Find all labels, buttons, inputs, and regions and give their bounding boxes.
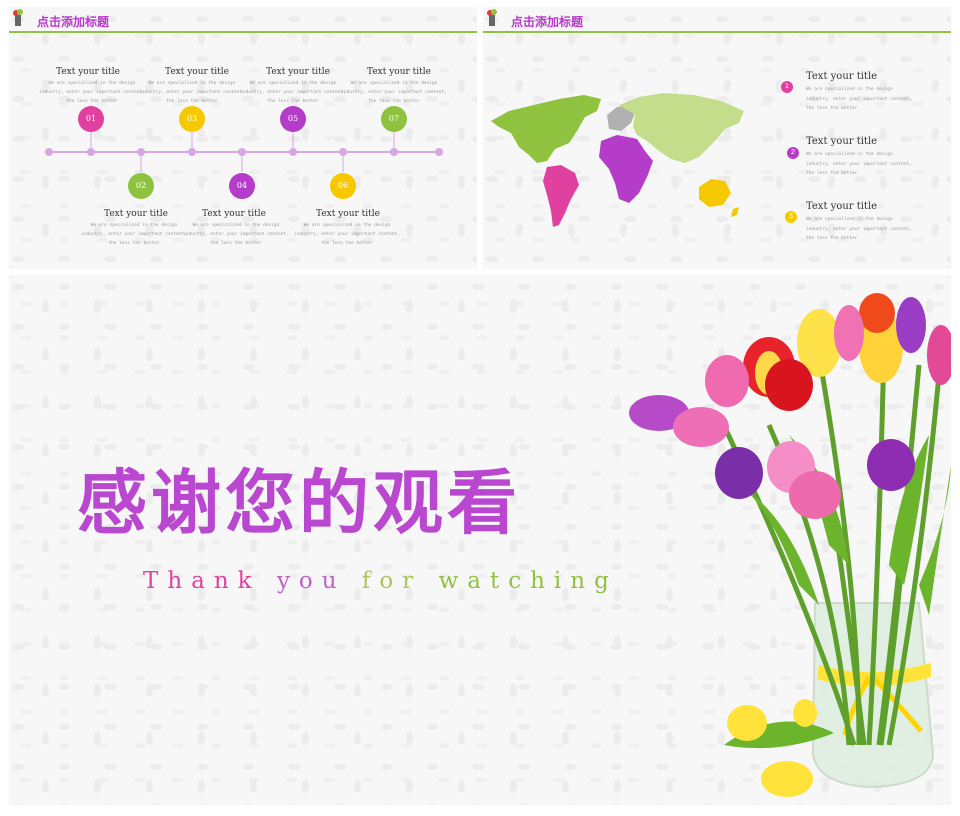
- tulip-bouquet-image: [629, 293, 951, 797]
- thank-you-heading: 感谢您的观看: [77, 462, 521, 544]
- world-map-icon: [491, 93, 744, 227]
- slide-title: 点击添加标题: [511, 15, 584, 29]
- map-item-body-3: We are specialized in the design industr…: [806, 217, 912, 241]
- timeline-body-05: We are specialized in the design industr…: [240, 81, 346, 104]
- timeline-body-04: We are specialized in the design industr…: [183, 223, 289, 246]
- timeline-title-07: Text your title: [367, 67, 431, 77]
- timeline-title-05: Text your title: [266, 67, 330, 77]
- slide-timeline: 点击添加标题 Text your title We are specialize…: [9, 7, 477, 269]
- slide-header: 点击添加标题: [483, 7, 951, 33]
- subtitle-word: for: [361, 568, 423, 594]
- map-item-body-2: We are specialized in the design industr…: [806, 152, 912, 176]
- timeline-title-02: Text your title: [104, 209, 168, 219]
- map-item-title-3: Text your title: [806, 201, 878, 212]
- slide-world-map: 点击添加标题 1 Text your title We are speciali…: [483, 7, 951, 269]
- map-item-number-2: 2: [787, 147, 799, 159]
- thank-you-subtitle: Thank you for watching: [143, 568, 618, 594]
- timeline-body-03: We are specialized in the design industr…: [139, 81, 245, 104]
- timeline-node-04: 04: [229, 173, 255, 199]
- timeline-node-05: 05: [280, 106, 306, 132]
- timeline-body-07: We are specialized in the design industr…: [341, 81, 447, 104]
- flower-logo-icon: [487, 9, 497, 26]
- map-item-title-1: Text your title: [806, 71, 878, 82]
- timeline-body-06: We are specialized in the design industr…: [294, 223, 400, 246]
- map-item-number-3: 3: [785, 211, 797, 223]
- map-item-title-2: Text your title: [806, 136, 878, 147]
- slide-thank-you: 感谢您的观看 Thank you for watching: [9, 275, 951, 805]
- subtitle-word: Thank: [143, 568, 261, 594]
- timeline-body-02: We are specialized in the design industr…: [81, 223, 187, 246]
- timeline-node-03: 03: [179, 106, 205, 132]
- timeline-title-01: Text your title: [56, 67, 120, 77]
- timeline-node-06: 06: [330, 173, 356, 199]
- timeline-title-06: Text your title: [316, 209, 380, 219]
- timeline-body-01: We are specialized in the design industr…: [39, 81, 145, 104]
- timeline-node-07: 07: [381, 106, 407, 132]
- subtitle-word: watching: [438, 568, 618, 594]
- map-item-body-1: We are specialized in the design industr…: [806, 87, 912, 111]
- timeline-node-02: 02: [128, 173, 154, 199]
- timeline-title-04: Text your title: [202, 209, 266, 219]
- subtitle-word: you: [276, 568, 346, 594]
- timeline-title-03: Text your title: [165, 67, 229, 77]
- map-item-number-1: 1: [781, 81, 793, 93]
- timeline-node-01: 01: [78, 106, 104, 132]
